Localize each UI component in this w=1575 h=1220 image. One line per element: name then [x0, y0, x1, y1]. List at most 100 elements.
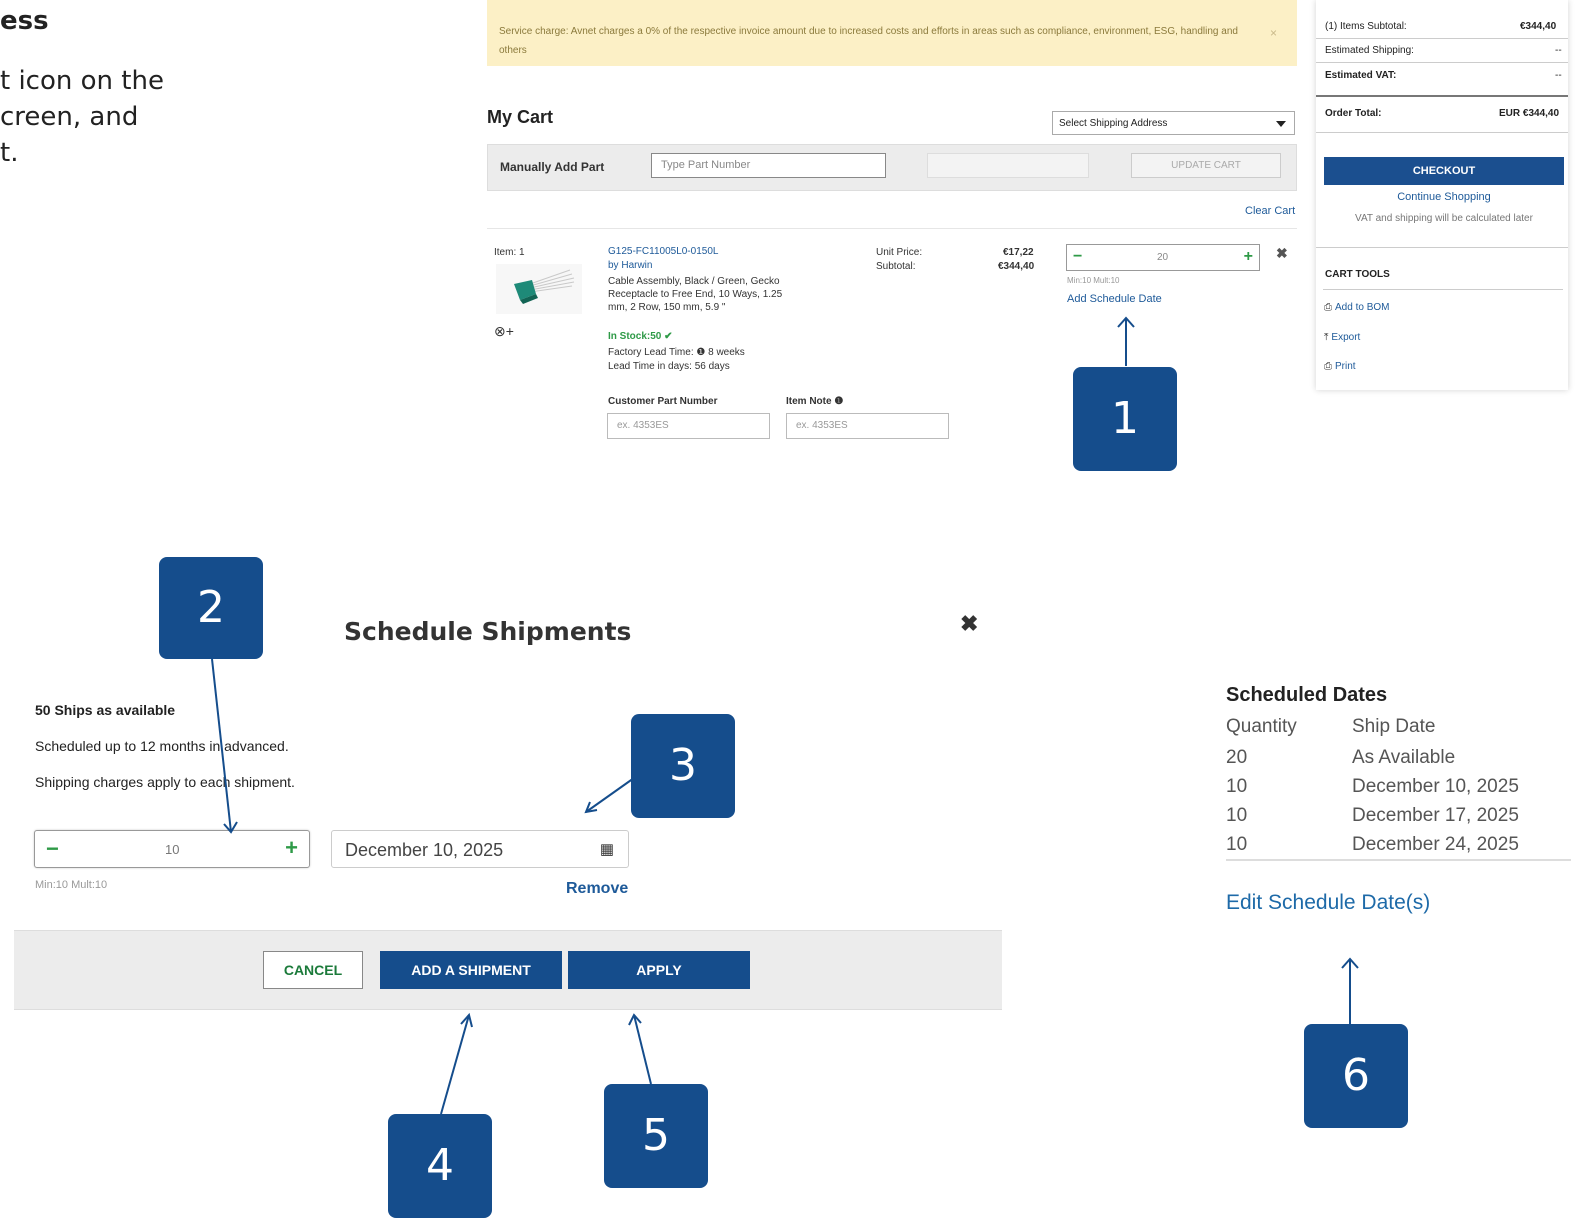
instruction-heading: ess [0, 6, 49, 36]
modal-title: Schedule Shipments [344, 617, 632, 646]
ship-date-input[interactable]: December 10, 2025 ▦ [331, 830, 629, 868]
shipping-charges-text: Shipping charges apply to each shipment. [35, 774, 295, 790]
table-row-date: December 24, 2025 [1352, 834, 1519, 855]
cart-tools-divider [1323, 289, 1563, 290]
continue-shopping-link[interactable]: Continue Shopping [1324, 191, 1564, 203]
summary-divider [1316, 62, 1568, 63]
remove-item-icon[interactable]: ✖ [1276, 245, 1288, 262]
lead-time-days: Lead Time in days: 56 days [608, 361, 730, 372]
arrow-5 [628, 1013, 652, 1085]
arrow-4 [440, 1012, 473, 1115]
add-schedule-date-link[interactable]: Add Schedule Date [1067, 293, 1162, 305]
callout-1: 1 [1073, 367, 1177, 471]
print-link[interactable]: ⎙ Print [1324, 361, 1356, 372]
arrow-6 [1341, 957, 1359, 1024]
order-total-label: Order Total: [1325, 108, 1382, 119]
remove-shipment-link[interactable]: Remove [566, 880, 628, 898]
instruction-line: t. [0, 138, 19, 168]
shipment-quantity-value[interactable]: 10 [165, 842, 179, 857]
edit-schedule-dates-link[interactable]: Edit Schedule Date(s) [1226, 891, 1430, 915]
subtotal-value: €344,40 [998, 261, 1035, 272]
banner-close-icon[interactable]: × [1270, 26, 1277, 40]
items-subtotal-label: (1) Items Subtotal: [1325, 21, 1407, 32]
apply-button[interactable]: APPLY [568, 951, 750, 989]
product-image[interactable] [496, 264, 582, 314]
cart-tools-title: CART TOOLS [1325, 269, 1390, 280]
table-row-date: December 17, 2025 [1352, 805, 1519, 826]
vat-estimate-value: -- [1555, 70, 1562, 81]
tool-label: Add to BOM [1335, 302, 1390, 313]
export-link[interactable]: ⤒ Export [1324, 332, 1360, 343]
item-quantity-stepper[interactable]: − 20 + [1066, 244, 1260, 271]
table-row-date: December 10, 2025 [1352, 776, 1519, 797]
divider [487, 228, 1297, 229]
shipping-estimate-label: Estimated Shipping: [1325, 45, 1414, 56]
shipment-quantity-stepper[interactable]: − 10 + [34, 830, 310, 868]
factory-lead-time: Factory Lead Time: ❶ 8 weeks [608, 347, 745, 358]
minus-icon[interactable]: − [46, 836, 59, 862]
customer-part-number-label: Customer Part Number [608, 396, 718, 407]
table-divider [1226, 859, 1571, 861]
column-header-quantity: Quantity [1226, 716, 1297, 737]
manufacturer-link[interactable]: Harwin [621, 260, 652, 271]
ship-date-value: December 10, 2025 [345, 840, 504, 860]
manufacturer-line: by Harwin [608, 260, 652, 271]
export-icon: ⤒ [1324, 332, 1329, 343]
shipping-address-select[interactable]: Select Shipping Address [1052, 111, 1295, 135]
cart-title: My Cart [487, 107, 554, 127]
add-shipment-button[interactable]: ADD A SHIPMENT [380, 951, 562, 989]
add-to-bom-link[interactable]: ⎙ Add to BOM [1324, 302, 1389, 313]
close-icon[interactable]: ✖ [960, 611, 978, 637]
order-total-value: EUR €344,40 [1499, 108, 1560, 119]
add-part-quantity-stepper [927, 153, 1089, 178]
item-note-input[interactable]: ex. 4353ES [786, 413, 949, 439]
part-number-link[interactable]: G125-FC11005L0-0150L [608, 246, 718, 257]
by-label: by [608, 260, 619, 271]
instruction-line: t icon on the [0, 66, 164, 96]
customer-part-number-input[interactable]: ex. 4353ES [607, 413, 770, 439]
item-description: Cable Assembly, Black / Green, Gecko Rec… [608, 276, 783, 313]
callout-4: 4 [388, 1114, 492, 1218]
unit-price-label: Unit Price: [876, 247, 923, 258]
tool-label: Export [1331, 332, 1361, 343]
schedule-limit-text: Scheduled up to 12 months in advanced. [35, 738, 289, 754]
instruction-line: creen, and [0, 102, 139, 132]
checkout-button[interactable]: CHECKOUT [1324, 157, 1564, 185]
summary-divider [1316, 95, 1568, 97]
callout-2: 2 [159, 557, 263, 659]
subtotal-label: Subtotal: [876, 261, 916, 272]
scheduled-dates-title: Scheduled Dates [1226, 684, 1388, 706]
update-cart-button[interactable]: UPDATE CART [1131, 153, 1281, 178]
cancel-button[interactable]: CANCEL [263, 951, 363, 989]
minus-icon[interactable]: − [1073, 249, 1082, 265]
item-note-label: Item Note ❶ [786, 396, 844, 407]
vat-estimate-label: Estimated VAT: [1325, 70, 1397, 81]
callout-6: 6 [1304, 1024, 1408, 1128]
items-subtotal-value: €344,40 [1520, 21, 1557, 32]
table-row-quantity: 20 [1226, 747, 1248, 768]
calendar-icon[interactable]: ▦ [600, 840, 614, 858]
caret-down-icon [1276, 121, 1286, 127]
item-quantity-value[interactable]: 20 [1157, 252, 1168, 263]
table-row-date: As Available [1352, 747, 1456, 768]
bom-icon: ⎙ [1324, 302, 1332, 313]
tool-label: Print [1335, 361, 1356, 372]
cable-assembly-image [514, 269, 575, 304]
callout-3: 3 [631, 714, 735, 818]
availability-text: 50 Ships as available [35, 702, 176, 718]
min-mult-note: Min:10 Mult:10 [35, 879, 108, 891]
arrow-3 [584, 777, 635, 814]
shipping-select-value: Select Shipping Address [1059, 118, 1168, 129]
clear-cart-link[interactable]: Clear Cart [1245, 205, 1295, 217]
arrow-1 [1117, 316, 1135, 366]
add-to-compare-icon[interactable]: ⊗+ [494, 323, 514, 340]
unit-price-value: €17,22 [1003, 247, 1034, 258]
shipping-estimate-value: -- [1555, 45, 1562, 56]
item-number: Item: 1 [494, 247, 525, 258]
table-row-quantity: 10 [1226, 805, 1248, 826]
plus-icon[interactable]: + [285, 835, 298, 861]
plus-icon[interactable]: + [1244, 248, 1253, 266]
summary-divider [1316, 132, 1568, 133]
part-number-input[interactable]: Type Part Number [651, 153, 886, 178]
stock-status: In Stock:50 ✔ [608, 331, 673, 342]
